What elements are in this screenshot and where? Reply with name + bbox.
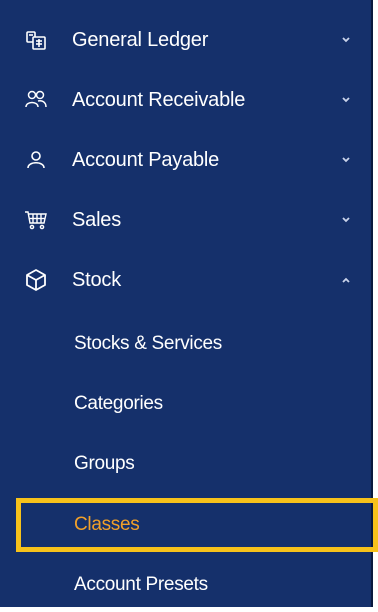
chevron-up-icon bbox=[342, 277, 350, 283]
submenu-item-stocks-services[interactable]: Stocks & Services bbox=[0, 317, 371, 371]
chevron-down-icon bbox=[342, 37, 350, 43]
submenu-item-label: Stocks & Services bbox=[74, 333, 223, 354]
submenu-item-categories[interactable]: Categories bbox=[0, 377, 371, 431]
submenu-item-label: Account Presets bbox=[74, 574, 208, 595]
menu-item-stock[interactable]: Stock bbox=[0, 250, 371, 310]
submenu-item-label: Groups bbox=[74, 453, 135, 474]
user-icon bbox=[24, 148, 48, 172]
menu-item-account-receivable[interactable]: Account Receivable bbox=[0, 70, 371, 130]
submenu-item-label: Categories bbox=[74, 393, 163, 414]
chevron-down-icon bbox=[342, 157, 350, 163]
chevron-down-icon bbox=[342, 217, 350, 223]
ledger-icon bbox=[24, 28, 48, 52]
cart-icon bbox=[24, 208, 48, 232]
menu-item-label: Sales bbox=[72, 208, 122, 231]
submenu-item-classes[interactable]: Classes bbox=[0, 498, 371, 552]
menu-item-label: Stock bbox=[72, 268, 122, 291]
cube-icon bbox=[24, 268, 48, 292]
menu-item-label: Account Payable bbox=[72, 148, 220, 171]
menu-item-general-ledger[interactable]: General Ledger bbox=[0, 10, 371, 70]
menu-item-sales[interactable]: Sales bbox=[0, 190, 371, 250]
submenu-item-account-presets[interactable]: Account Presets bbox=[0, 558, 371, 612]
submenu-item-label: Classes bbox=[74, 514, 140, 535]
users-icon bbox=[24, 88, 48, 112]
submenu-item-groups[interactable]: Groups bbox=[0, 437, 371, 491]
sidebar-nav: General Ledger Account Receivable Accoun… bbox=[0, 0, 373, 607]
menu-item-label: Account Receivable bbox=[72, 88, 246, 111]
menu-item-account-payable[interactable]: Account Payable bbox=[0, 130, 371, 190]
chevron-down-icon bbox=[342, 97, 350, 103]
menu-item-label: General Ledger bbox=[72, 28, 209, 51]
